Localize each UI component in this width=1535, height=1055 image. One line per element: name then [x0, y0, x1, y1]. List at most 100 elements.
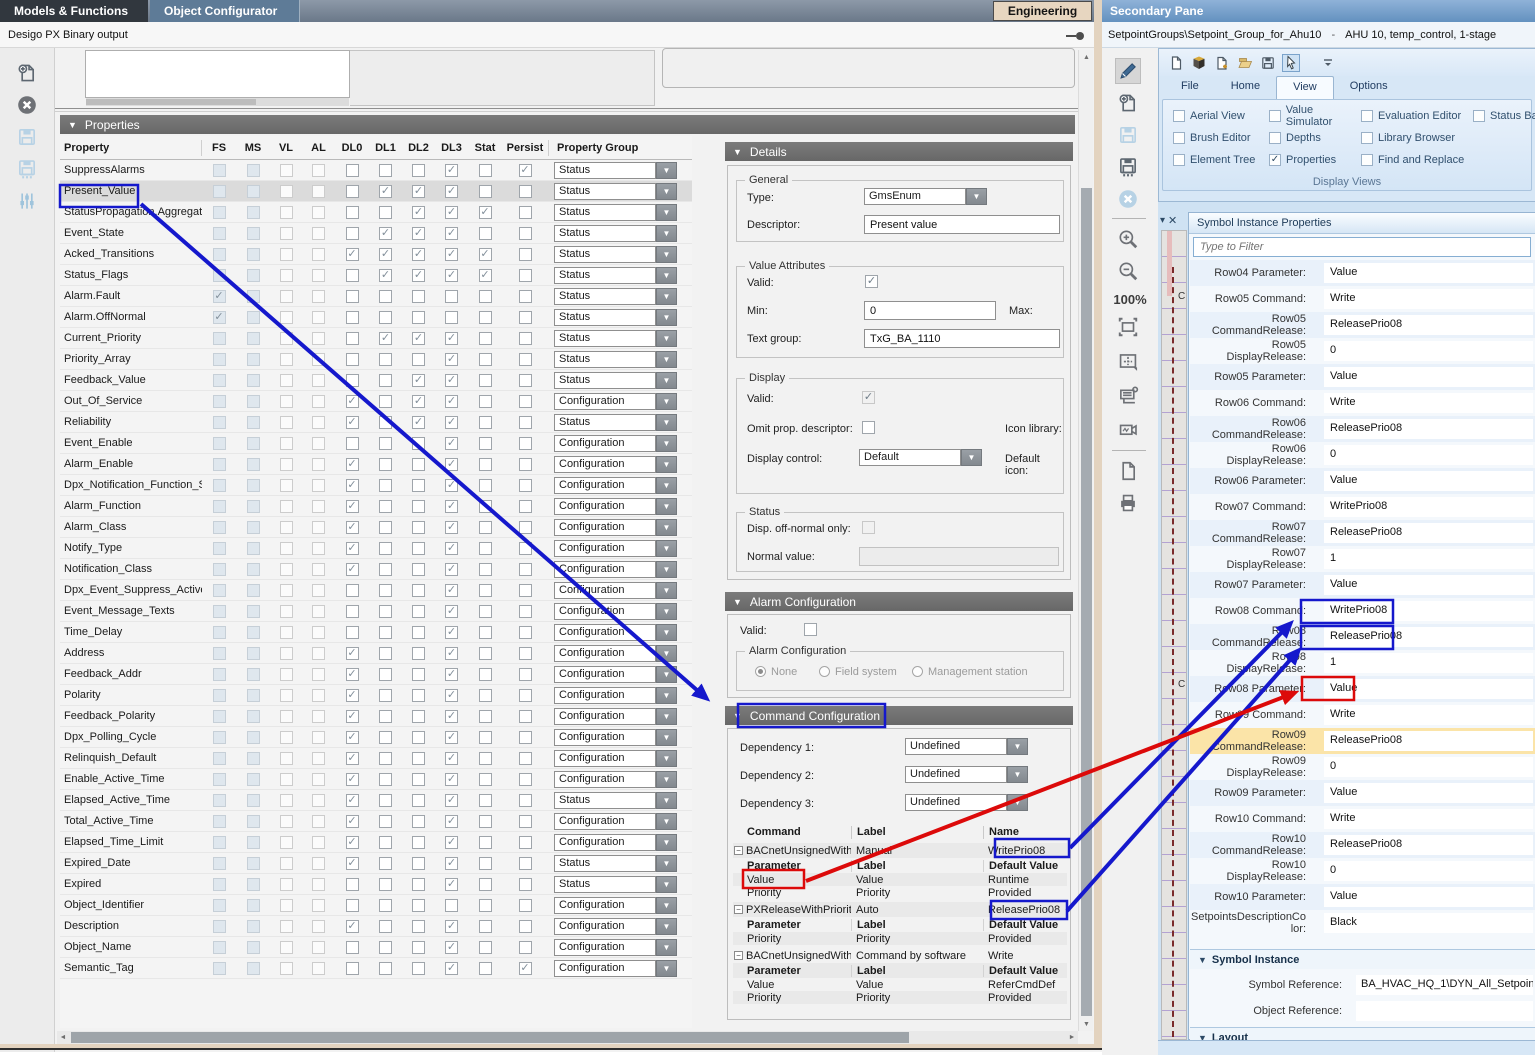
checkbox-vl[interactable] [280, 248, 293, 261]
checkbox-al[interactable] [312, 584, 325, 597]
checkbox-dl1[interactable] [379, 689, 392, 702]
checkbox[interactable] [1361, 110, 1373, 122]
chevron-down-icon[interactable]: ▼ [656, 204, 677, 221]
chevron-down-icon[interactable]: ▼ [656, 960, 677, 977]
table-row[interactable]: Out_Of_Service✓✓✓Configuration▼ [60, 391, 692, 412]
property-group-dropdown[interactable]: Status [554, 792, 656, 809]
property-row[interactable]: Row05 DisplayRelease:0 [1190, 338, 1535, 364]
checkbox-dl3[interactable]: ✓ [445, 563, 458, 576]
checkbox-dl1[interactable] [379, 584, 392, 597]
ribbon-tab-options[interactable]: Options [1334, 76, 1404, 99]
checkbox-dl1[interactable] [379, 857, 392, 870]
checkbox[interactable] [1361, 132, 1373, 144]
checkbox-dl3[interactable]: ✓ [445, 668, 458, 681]
checkbox-persist[interactable] [519, 395, 532, 408]
checkbox-vl[interactable] [280, 206, 293, 219]
checkbox-dl2[interactable] [412, 164, 425, 177]
checkbox-dl1[interactable] [379, 920, 392, 933]
checkbox-dl1[interactable] [379, 647, 392, 660]
property-row[interactable]: Row10 CommandRelease:ReleasePrio08 [1190, 832, 1535, 858]
checkbox-stat[interactable] [479, 857, 492, 870]
property-group-dropdown[interactable]: Configuration [554, 729, 656, 746]
property-row[interactable]: Row10 Command:Write [1190, 806, 1535, 832]
checkbox-dl0[interactable]: ✓ [346, 920, 359, 933]
checkbox-dl1[interactable] [379, 353, 392, 366]
checkbox-dl0[interactable] [346, 899, 359, 912]
checkbox-dl3[interactable]: ✓ [445, 206, 458, 219]
ribbon-toggle-status-bar[interactable]: Status Bar [1473, 108, 1535, 124]
checkbox-dl3[interactable]: ✓ [445, 626, 458, 639]
checkbox-dl3[interactable]: ✓ [445, 437, 458, 450]
chevron-down-icon[interactable]: ▼ [656, 519, 677, 536]
checkbox-persist[interactable] [519, 815, 532, 828]
checkbox-al[interactable] [312, 353, 325, 366]
checkbox-dl1[interactable] [379, 458, 392, 471]
checkbox-vl[interactable] [280, 584, 293, 597]
checkbox-dl1[interactable]: ✓ [379, 227, 392, 240]
table-row[interactable]: Priority_Array✓Status▼ [60, 349, 692, 370]
table-row[interactable]: Elapsed_Active_Time✓✓Status▼ [60, 790, 692, 811]
details-header[interactable]: ▼ Details [725, 142, 1073, 161]
checkbox-stat[interactable] [479, 227, 492, 240]
checkbox-dl3[interactable]: ✓ [445, 269, 458, 282]
panel-close-icon[interactable]: ✕ [1168, 214, 1177, 227]
checkbox-al[interactable] [312, 248, 325, 261]
checkbox-persist[interactable] [519, 311, 532, 324]
close-icon[interactable] [1115, 186, 1141, 212]
property-group-dropdown[interactable]: Configuration [554, 813, 656, 830]
checkbox-dl0[interactable] [346, 311, 359, 324]
chevron-down-icon[interactable]: ▼ [656, 435, 677, 452]
checkbox-dl1[interactable] [379, 479, 392, 492]
table-row[interactable]: Object_Name✓Configuration▼ [60, 937, 692, 958]
properties-section-header[interactable]: ▼ Properties [60, 115, 1075, 134]
checkbox-vl[interactable] [280, 437, 293, 450]
checkbox-dl0[interactable] [346, 332, 359, 345]
checkbox-dl3[interactable]: ✓ [445, 731, 458, 744]
property-value[interactable]: ReleasePrio08 [1324, 315, 1533, 335]
checkbox-dl0[interactable] [346, 941, 359, 954]
checkbox-stat[interactable]: ✓ [479, 269, 492, 282]
table-row[interactable]: Feedback_Value✓✓Status▼ [60, 370, 692, 391]
checkbox-dl0[interactable]: ✓ [346, 710, 359, 723]
checkbox-al[interactable] [312, 668, 325, 681]
table-row[interactable]: Reliability✓✓✓Status▼ [60, 412, 692, 433]
checkbox-dl1[interactable] [379, 941, 392, 954]
table-row[interactable]: Notify_Type✓✓Configuration▼ [60, 538, 692, 559]
checkbox-persist[interactable] [519, 206, 532, 219]
property-group-dropdown[interactable]: Configuration [554, 540, 656, 557]
property-row[interactable]: SetpointsDescriptionColor:Black [1190, 910, 1535, 936]
property-group-dropdown[interactable]: Configuration [554, 645, 656, 662]
property-value[interactable]: 0 [1324, 341, 1533, 361]
checkbox-persist[interactable] [519, 458, 532, 471]
checkbox-dl2[interactable] [412, 878, 425, 891]
checkbox-al[interactable] [312, 227, 325, 240]
checkbox-dl1[interactable] [379, 752, 392, 765]
checkbox[interactable] [1173, 154, 1185, 166]
checkbox-vl[interactable] [280, 458, 293, 471]
chevron-down-icon[interactable]: ▼ [656, 330, 677, 347]
dependency-dropdown[interactable]: Undefined▼ [905, 766, 1028, 783]
checkbox-al[interactable] [312, 500, 325, 513]
chevron-down-icon[interactable]: ▼ [656, 246, 677, 263]
checkbox-vl[interactable] [280, 836, 293, 849]
checkbox-dl1[interactable] [379, 311, 392, 324]
property-value[interactable]: Write [1324, 809, 1533, 829]
checkbox-vl[interactable] [280, 773, 293, 786]
checkbox-vl[interactable] [280, 899, 293, 912]
chevron-down-icon[interactable]: ▼ [656, 582, 677, 599]
checkbox-al[interactable] [312, 857, 325, 870]
checkbox-stat[interactable] [479, 836, 492, 849]
checkbox-stat[interactable] [479, 374, 492, 387]
checkbox-dl0[interactable] [346, 605, 359, 618]
checkbox-dl3[interactable]: ✓ [445, 584, 458, 597]
checkbox-vl[interactable] [280, 563, 293, 576]
checkbox-al[interactable] [312, 416, 325, 429]
chevron-down-icon[interactable]: ▼ [656, 561, 677, 578]
property-group-dropdown[interactable]: Configuration [554, 456, 656, 473]
checkbox-al[interactable] [312, 626, 325, 639]
command-configuration-header[interactable]: ▼ Command Configuration [725, 706, 1073, 725]
checkbox-dl2[interactable]: ✓ [412, 332, 425, 345]
property-value[interactable]: WritePrio08 [1324, 497, 1533, 517]
property-row[interactable]: Row07 Command:WritePrio08 [1190, 494, 1535, 520]
save-icon[interactable] [1259, 54, 1277, 72]
